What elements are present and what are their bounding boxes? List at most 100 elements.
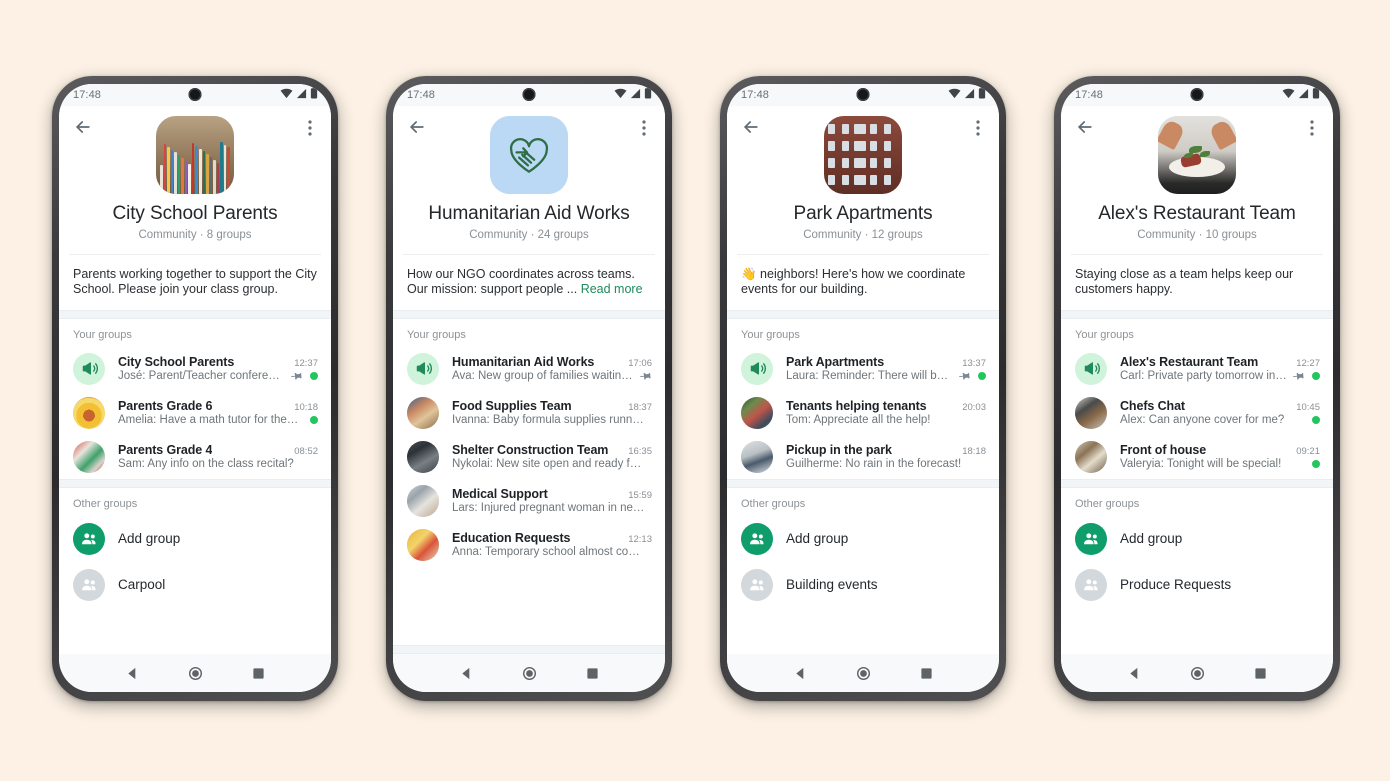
group-item-meta: [1312, 414, 1320, 426]
group-list-item[interactable]: Parents Grade 4 08:52 Sam: Any info on t…: [59, 435, 331, 479]
phone-alexs-restaurant-team: 17:48 Alex's Restaurant Team Community ·…: [1054, 76, 1340, 701]
group-item-top: Park Apartments 13:37: [786, 355, 986, 369]
group-list-item[interactable]: Alex's Restaurant Team 12:27 Carl: Priva…: [1061, 347, 1333, 391]
group-list[interactable]: Your groups Humanitarian Aid Works 17:06…: [393, 318, 665, 654]
overflow-menu-icon[interactable]: [1305, 117, 1319, 137]
nav-back-button[interactable]: [793, 666, 808, 681]
community-title: Alex's Restaurant Team: [1098, 203, 1296, 224]
group-preview-message: Carl: Private party tomorrow in…: [1120, 370, 1287, 382]
other-group-item[interactable]: Produce Requests: [1061, 562, 1333, 608]
group-list-item[interactable]: Medical Support 15:59 Lars: Injured preg…: [393, 479, 665, 523]
community-description-block: Parents working together to support the …: [59, 255, 331, 310]
wifi-icon: [280, 86, 293, 104]
nav-back-button[interactable]: [459, 666, 474, 681]
nav-home-button[interactable]: [522, 666, 537, 681]
nav-home-button[interactable]: [1190, 666, 1205, 681]
community-header: Humanitarian Aid Works Community · 24 gr…: [393, 106, 665, 255]
read-more-link[interactable]: Read more: [581, 282, 643, 296]
battery-icon: [1312, 86, 1320, 104]
group-preview-message: Ava: New group of families waitin…: [452, 370, 633, 382]
group-list-item[interactable]: Parents Grade 6 10:18 Amelia: Have a mat…: [59, 391, 331, 435]
group-item-body: Humanitarian Aid Works 17:06 Ava: New gr…: [452, 355, 652, 382]
group-name: Parents Grade 6: [118, 399, 213, 413]
back-icon[interactable]: [741, 117, 761, 137]
announcement-avatar: [741, 352, 773, 385]
status-icons: [280, 86, 318, 104]
group-item-top: Education Requests 12:13: [452, 531, 652, 545]
add-group-button[interactable]: Add group: [59, 516, 331, 562]
android-nav-bar: [1061, 654, 1333, 692]
nav-home-button[interactable]: [856, 666, 871, 681]
community-subtitle: Community · 8 groups: [138, 229, 252, 241]
pin-icon: [640, 370, 652, 382]
group-list-item[interactable]: Chefs Chat 10:45 Alex: Can anyone cover …: [1061, 391, 1333, 435]
community-avatar[interactable]: [1158, 116, 1236, 194]
add-group-button[interactable]: Add group: [727, 516, 999, 562]
cellular-signal-icon: [1298, 86, 1309, 104]
wifi-icon: [1282, 86, 1295, 104]
community-subtitle: Community · 10 groups: [1137, 229, 1257, 241]
group-item-body: Parents Grade 6 10:18 Amelia: Have a mat…: [118, 399, 318, 426]
group-name: Front of house: [1120, 443, 1207, 457]
group-name: Medical Support: [452, 487, 548, 501]
nav-recents-button[interactable]: [1254, 667, 1267, 680]
nav-back-button[interactable]: [1127, 666, 1142, 681]
group-preview-message: Ivanna: Baby formula supplies running …: [452, 414, 646, 426]
back-icon[interactable]: [407, 117, 427, 137]
back-icon[interactable]: [73, 117, 93, 137]
group-list[interactable]: Your groups Alex's Restaurant Team 12:27…: [1061, 318, 1333, 654]
group-item-meta: [310, 414, 318, 426]
group-item-bottom: Laura: Reminder: There will be…: [786, 370, 986, 382]
group-list-item[interactable]: Park Apartments 13:37 Laura: Reminder: T…: [727, 347, 999, 391]
group-item-body: Pickup in the park 18:18 Guilherme: No r…: [786, 443, 986, 470]
overflow-menu-icon[interactable]: [971, 117, 985, 137]
nav-recents-button[interactable]: [252, 667, 265, 680]
group-list-item[interactable]: City School Parents 12:37 José: Parent/T…: [59, 347, 331, 391]
community-avatar[interactable]: [490, 116, 568, 194]
nav-home-button[interactable]: [188, 666, 203, 681]
group-time: 12:37: [294, 358, 318, 369]
group-item-body: Parents Grade 4 08:52 Sam: Any info on t…: [118, 443, 318, 470]
your-groups-label: Your groups: [741, 328, 800, 341]
nav-recents-button[interactable]: [586, 667, 599, 680]
group-time: 12:13: [628, 534, 652, 545]
group-list-item[interactable]: Shelter Construction Team 16:35 Nykolai:…: [393, 435, 665, 479]
nav-back-button[interactable]: [125, 666, 140, 681]
group-list-item[interactable]: Humanitarian Aid Works 17:06 Ava: New gr…: [393, 347, 665, 391]
camera-notch: [856, 88, 870, 101]
other-group-item[interactable]: Building events: [727, 562, 999, 608]
community-avatar-wrap: [393, 116, 665, 194]
group-list[interactable]: Your groups City School Parents 12:37 Jo…: [59, 318, 331, 654]
group-time: 18:18: [962, 446, 986, 457]
group-avatar: [407, 440, 439, 473]
group-time: 12:27: [1296, 358, 1320, 369]
group-item-top: Food Supplies Team 18:37: [452, 399, 652, 413]
group-name: Shelter Construction Team: [452, 443, 609, 457]
overflow-menu-icon[interactable]: [637, 117, 651, 137]
group-avatar: [73, 440, 105, 473]
group-preview-message: Amelia: Have a math tutor for the…: [118, 414, 299, 426]
group-item-bottom: Valeryia: Tonight will be special!: [1120, 458, 1320, 470]
add-group-button[interactable]: Add group: [1061, 516, 1333, 562]
overflow-menu-icon[interactable]: [303, 117, 317, 137]
community-avatar[interactable]: [156, 116, 234, 194]
group-placeholder-icon: [73, 568, 105, 601]
community-avatar[interactable]: [824, 116, 902, 194]
back-icon[interactable]: [1075, 117, 1095, 137]
group-list-item[interactable]: Food Supplies Team 18:37 Ivanna: Baby fo…: [393, 391, 665, 435]
group-item-top: Parents Grade 4 08:52: [118, 443, 318, 457]
other-group-item[interactable]: Carpool: [59, 562, 331, 608]
group-list-item[interactable]: Education Requests 12:13 Anna: Temporary…: [393, 523, 665, 567]
nav-recents-button[interactable]: [920, 667, 933, 680]
pin-icon: [1293, 370, 1305, 382]
group-item-bottom: Nykolai: New site open and ready for …: [452, 458, 652, 470]
group-list[interactable]: Your groups Park Apartments 13:37 Laura:…: [727, 318, 999, 654]
group-list-item[interactable]: Front of house 09:21 Valeryia: Tonight w…: [1061, 435, 1333, 479]
status-icons: [1282, 86, 1320, 104]
group-item-bottom: Ivanna: Baby formula supplies running …: [452, 414, 652, 426]
group-list-item[interactable]: Pickup in the park 18:18 Guilherme: No r…: [727, 435, 999, 479]
group-list-item[interactable]: Tenants helping tenants 20:03 Tom: Appre…: [727, 391, 999, 435]
android-nav-bar: [393, 654, 665, 692]
group-item-top: Alex's Restaurant Team 12:27: [1120, 355, 1320, 369]
section-divider-band: [727, 478, 999, 488]
